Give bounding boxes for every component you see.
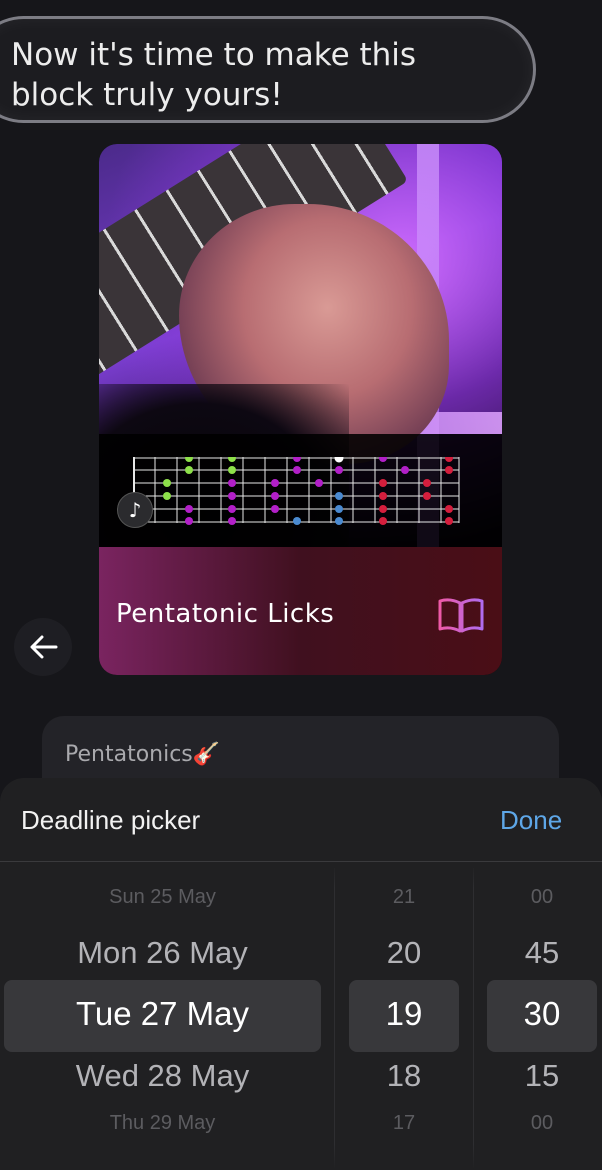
fretboard-diagram <box>133 457 460 525</box>
tiktok-icon[interactable]: ♪ <box>117 492 153 528</box>
lesson-title: Pentatonic Licks <box>116 599 335 629</box>
minute-option[interactable]: 15 <box>487 1058 597 1094</box>
wheel-fade-top <box>0 864 602 888</box>
minute-wheel[interactable]: 00 45 30 15 00 <box>487 866 597 1170</box>
column-divider <box>473 868 474 1168</box>
hour-option[interactable]: 21 <box>349 886 459 909</box>
minute-option[interactable]: 00 <box>487 1112 597 1135</box>
hour-wheel[interactable]: 21 20 19 18 17 <box>349 866 459 1170</box>
minute-option-selected[interactable]: 30 <box>487 995 597 1033</box>
day-option[interactable]: Mon 26 May <box>0 935 325 971</box>
block-name-input-value: Pentatonics🎸 <box>65 742 221 767</box>
deadline-picker-sheet: Deadline picker Done Sun 25 May Mon 26 M… <box>0 778 602 1170</box>
hour-option[interactable]: 17 <box>349 1112 459 1135</box>
lesson-card[interactable]: ♪ Pentatonic Licks <box>99 144 502 675</box>
lesson-card-footer: Pentatonic Licks <box>99 547 502 675</box>
back-button[interactable] <box>14 618 72 676</box>
hour-option[interactable]: 20 <box>349 935 459 971</box>
chat-message-bubble: Now it's time to make this block truly y… <box>0 16 536 123</box>
done-button[interactable]: Done <box>500 805 562 836</box>
minute-option[interactable]: 00 <box>487 886 597 909</box>
sheet-header: Deadline picker Done <box>0 778 602 862</box>
hour-option[interactable]: 18 <box>349 1058 459 1094</box>
day-option[interactable]: Sun 25 May <box>0 886 325 909</box>
sheet-title: Deadline picker <box>21 805 201 835</box>
chat-message-line-2: block truly yours! <box>11 77 283 113</box>
day-wheel[interactable]: Sun 25 May Mon 26 May Tue 27 May Wed 28 … <box>0 866 325 1170</box>
arrow-left-icon <box>30 635 58 659</box>
wheel-fade-bottom <box>0 1144 602 1170</box>
minute-option[interactable]: 45 <box>487 935 597 971</box>
book-icon[interactable] <box>436 595 486 635</box>
column-divider <box>334 868 335 1168</box>
day-option[interactable]: Thu 29 May <box>0 1112 325 1135</box>
day-option[interactable]: Wed 28 May <box>0 1058 325 1094</box>
day-option-selected[interactable]: Tue 27 May <box>0 995 325 1033</box>
chat-message-line-1: Now it's time to make this <box>11 37 417 73</box>
hour-option-selected[interactable]: 19 <box>349 995 459 1033</box>
